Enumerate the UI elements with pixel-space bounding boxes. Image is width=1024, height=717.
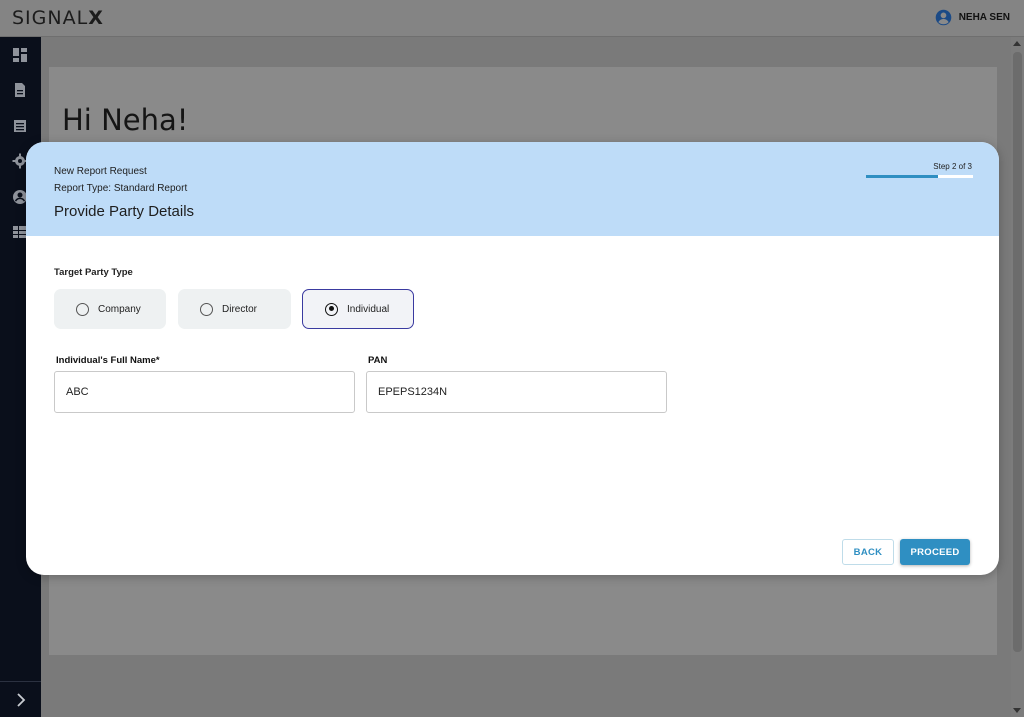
party-type-individual-option[interactable]: Individual xyxy=(302,289,414,329)
radio-unchecked-icon xyxy=(200,302,213,316)
back-button[interactable]: BACK xyxy=(842,539,894,565)
page-greeting: Hi Neha! xyxy=(62,103,189,137)
step-progress-fill xyxy=(866,175,938,178)
full-name-input[interactable] xyxy=(54,371,355,413)
party-type-company-option[interactable]: Company xyxy=(54,289,166,329)
proceed-button[interactable]: PROCEED xyxy=(900,539,970,565)
radio-label: Director xyxy=(222,303,258,315)
brand-text: SIGNAL xyxy=(12,7,89,29)
list-icon[interactable] xyxy=(12,118,28,134)
full-name-label: Individual's Full Name* xyxy=(56,355,160,366)
account-circle-icon xyxy=(935,9,951,26)
radio-unchecked-icon xyxy=(76,302,89,316)
pan-input[interactable] xyxy=(366,371,667,413)
party-type-director-option[interactable]: Director xyxy=(178,289,291,329)
scroll-down-arrow-icon[interactable] xyxy=(1013,708,1021,713)
dialog-title: Provide Party Details xyxy=(54,203,195,220)
user-name: NEHA SEN xyxy=(958,12,1010,23)
document-icon[interactable] xyxy=(12,82,28,98)
scroll-thumb[interactable] xyxy=(1013,52,1022,652)
sidebar-expand-toggle[interactable] xyxy=(0,681,41,717)
pan-label: PAN xyxy=(368,355,388,366)
dialog-header: New Report Request Report Type: Standard… xyxy=(26,142,999,236)
dashboard-icon[interactable] xyxy=(12,47,28,63)
step-indicator: Step 2 of 3 xyxy=(933,162,972,171)
report-type-text: Report Type: Standard Report xyxy=(54,183,188,194)
party-type-label: Target Party Type xyxy=(54,267,133,278)
app-logo[interactable]: SIGNALX xyxy=(12,7,104,29)
new-report-dialog: New Report Request Report Type: Standard… xyxy=(26,142,999,575)
chevron-right-icon xyxy=(16,692,25,707)
radio-label: Individual xyxy=(347,303,390,315)
top-bar: SIGNALX NEHA SEN xyxy=(0,0,1024,37)
step-progress-bar xyxy=(866,175,973,178)
scroll-up-arrow-icon[interactable] xyxy=(1013,41,1021,46)
user-menu[interactable]: NEHA SEN xyxy=(935,9,1010,26)
brand-mark: X xyxy=(88,7,104,29)
dialog-subtitle: New Report Request xyxy=(54,166,147,177)
radio-checked-icon xyxy=(325,302,338,316)
radio-label: Company xyxy=(98,303,141,315)
page-scrollbar[interactable] xyxy=(1011,37,1024,717)
